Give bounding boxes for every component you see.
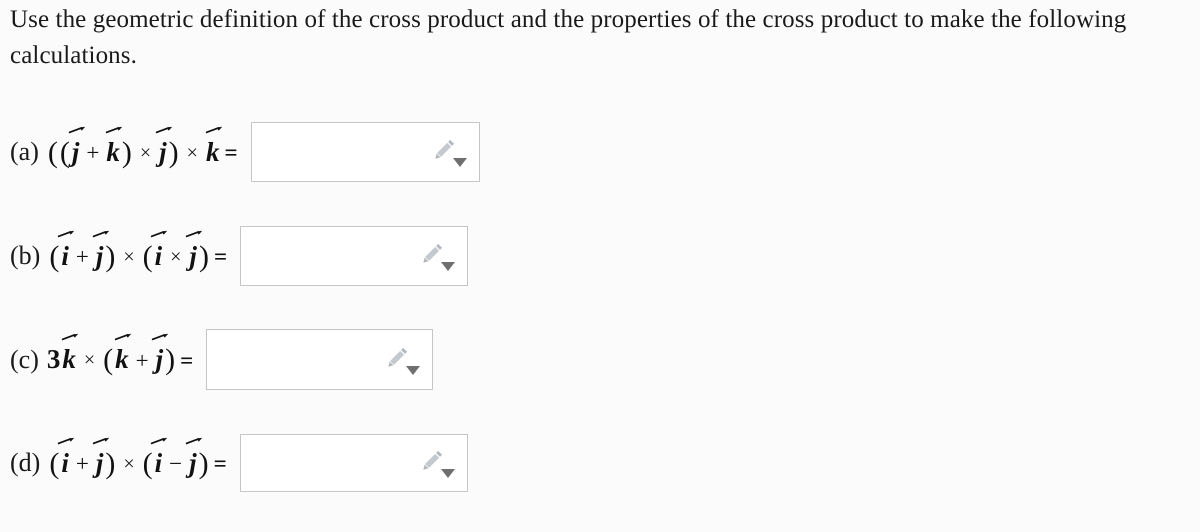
question-expression-d: (i + j) ×(i − j) = xyxy=(48,437,232,480)
cross-product-operator: × xyxy=(123,245,135,268)
vector-arrow-icon xyxy=(92,230,109,239)
math-paren: ( xyxy=(49,446,60,480)
vector-arrow-icon xyxy=(105,126,123,135)
question-label-b: (b) xyxy=(10,241,41,270)
cross-product-operator: × xyxy=(139,141,152,164)
coefficient: 3 xyxy=(46,344,61,374)
vector-i: i xyxy=(57,437,75,477)
vector-arrow-icon xyxy=(92,437,109,446)
vector-arrow-icon xyxy=(205,126,223,135)
vector-j: j xyxy=(185,437,203,477)
vector-k: k xyxy=(205,126,222,166)
vector-j: j xyxy=(92,230,109,270)
chevron-down-icon[interactable] xyxy=(441,262,456,271)
vector-arrow-icon xyxy=(186,230,203,239)
exercise-page: Use the geometric definition of the cros… xyxy=(0,0,1200,532)
cross-product-operator: × xyxy=(123,452,135,475)
vector-arrow-icon xyxy=(151,437,168,446)
question-expression-a: ((j + k) × j) × k = xyxy=(47,126,244,169)
cross-product-operator: × xyxy=(186,141,198,164)
question-expression-c: 3 k ×(k + j) = xyxy=(46,333,199,376)
equals-sign: = xyxy=(213,244,228,269)
math-paren: ( xyxy=(59,135,70,169)
question-label-a: (a) xyxy=(10,137,39,166)
answer-box-a[interactable] xyxy=(250,122,480,182)
math-paren: ( xyxy=(49,239,60,273)
vector-j: j xyxy=(68,126,85,166)
math-paren: ) xyxy=(165,343,176,376)
cross-product-operator: × xyxy=(170,245,182,268)
vector-i: i xyxy=(57,230,75,270)
vector-arrow-icon xyxy=(68,126,85,135)
page-title: Use the geometric definition of the cros… xyxy=(10,6,1127,69)
equals-sign: = xyxy=(224,140,238,165)
vector-arrow-icon xyxy=(151,230,168,239)
chevron-down-icon[interactable] xyxy=(440,469,455,478)
vector-j: j xyxy=(152,333,169,373)
vector-j: j xyxy=(92,437,109,477)
plus-operator: + xyxy=(135,347,149,373)
vector-j: j xyxy=(155,126,173,166)
answer-box-d[interactable] xyxy=(239,434,468,492)
math-paren: ( xyxy=(103,343,114,376)
vector-arrow-icon xyxy=(152,333,169,342)
question-row-b: (b) (i + j) ×(i × j) = xyxy=(10,226,469,286)
question-label-d: (d) xyxy=(10,448,41,477)
cross-product-operator: × xyxy=(83,349,96,371)
chevron-down-icon[interactable] xyxy=(452,158,467,167)
math-paren: ) xyxy=(198,446,209,480)
vector-k: k xyxy=(105,126,123,166)
chevron-down-icon[interactable] xyxy=(406,365,421,375)
equals-sign: = xyxy=(213,451,227,476)
vector-j: j xyxy=(186,230,203,270)
minus-operator: − xyxy=(169,451,183,476)
question-label-c: (c) xyxy=(10,344,39,374)
math-paren: ) xyxy=(198,239,209,273)
math-paren: ( xyxy=(142,446,153,480)
vector-k: k xyxy=(114,333,132,373)
equals-sign: = xyxy=(180,347,194,373)
math-paren: ) xyxy=(105,446,116,480)
math-paren: ( xyxy=(47,135,58,169)
question-row-a: (a) ((j + k) × j) × k = xyxy=(10,122,480,182)
plus-operator: + xyxy=(75,244,89,269)
plus-operator: + xyxy=(75,451,89,476)
vector-arrow-icon xyxy=(57,437,75,446)
vector-arrow-icon xyxy=(61,333,79,342)
question-row-c: (c) 3 k ×(k + j) = xyxy=(10,329,434,390)
math-paren: ) xyxy=(121,135,132,169)
answer-box-b[interactable] xyxy=(240,226,469,286)
answer-box-c[interactable] xyxy=(206,329,434,390)
math-paren: ) xyxy=(168,135,179,169)
vector-i: i xyxy=(151,437,168,477)
vector-arrow-icon xyxy=(57,230,75,239)
vector-i: i xyxy=(151,230,168,270)
question-expression-b: (i + j) ×(i × j) = xyxy=(48,230,233,273)
vector-arrow-icon xyxy=(155,126,173,135)
math-paren: ) xyxy=(105,239,116,273)
math-paren: ( xyxy=(142,239,153,273)
question-row-d: (d) (i + j) ×(i − j) = xyxy=(10,434,468,492)
vector-arrow-icon xyxy=(114,333,132,342)
vector-arrow-icon xyxy=(185,437,203,446)
vector-k: k xyxy=(61,333,79,373)
plus-operator: + xyxy=(86,140,100,165)
